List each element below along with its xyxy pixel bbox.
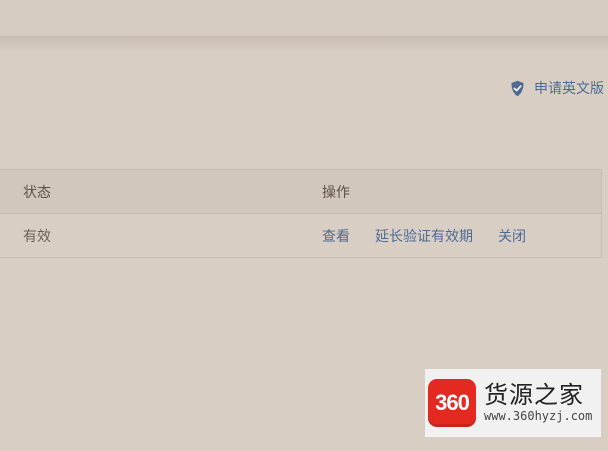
shield-icon	[511, 80, 524, 96]
row-actions: 查看 延长验证有效期 关闭	[322, 226, 526, 246]
top-bar	[0, 0, 608, 36]
status-cell: 有效	[23, 228, 51, 245]
watermark: 360 货源之家 www.360hyzj.com	[425, 369, 601, 437]
extend-validity-link[interactable]: 延长验证有效期	[375, 226, 473, 246]
status-column-header: 状态	[23, 184, 51, 201]
watermark-url: www.360hyzj.com	[484, 409, 593, 424]
table-body: 有效 查看 延长验证有效期 关闭	[0, 214, 601, 257]
view-link[interactable]: 查看	[322, 226, 350, 246]
actions-cell: 查看 延长验证有效期 关闭	[322, 214, 526, 257]
actions-column-header: 操作	[322, 184, 350, 201]
table-header-row: 状态 操作	[0, 170, 601, 214]
apply-english-version-label: 申请英文版	[534, 81, 604, 97]
apply-english-version-link[interactable]: 申请英文版	[510, 78, 604, 98]
watermark-text: 货源之家 www.360hyzj.com	[484, 381, 593, 424]
watermark-logo: 360	[428, 379, 476, 427]
top-divider	[0, 36, 608, 52]
watermark-title: 货源之家	[484, 381, 584, 410]
close-link[interactable]: 关闭	[498, 226, 526, 246]
certificate-table: 状态 操作 有效 查看 延长验证有效期 关闭	[0, 169, 602, 258]
